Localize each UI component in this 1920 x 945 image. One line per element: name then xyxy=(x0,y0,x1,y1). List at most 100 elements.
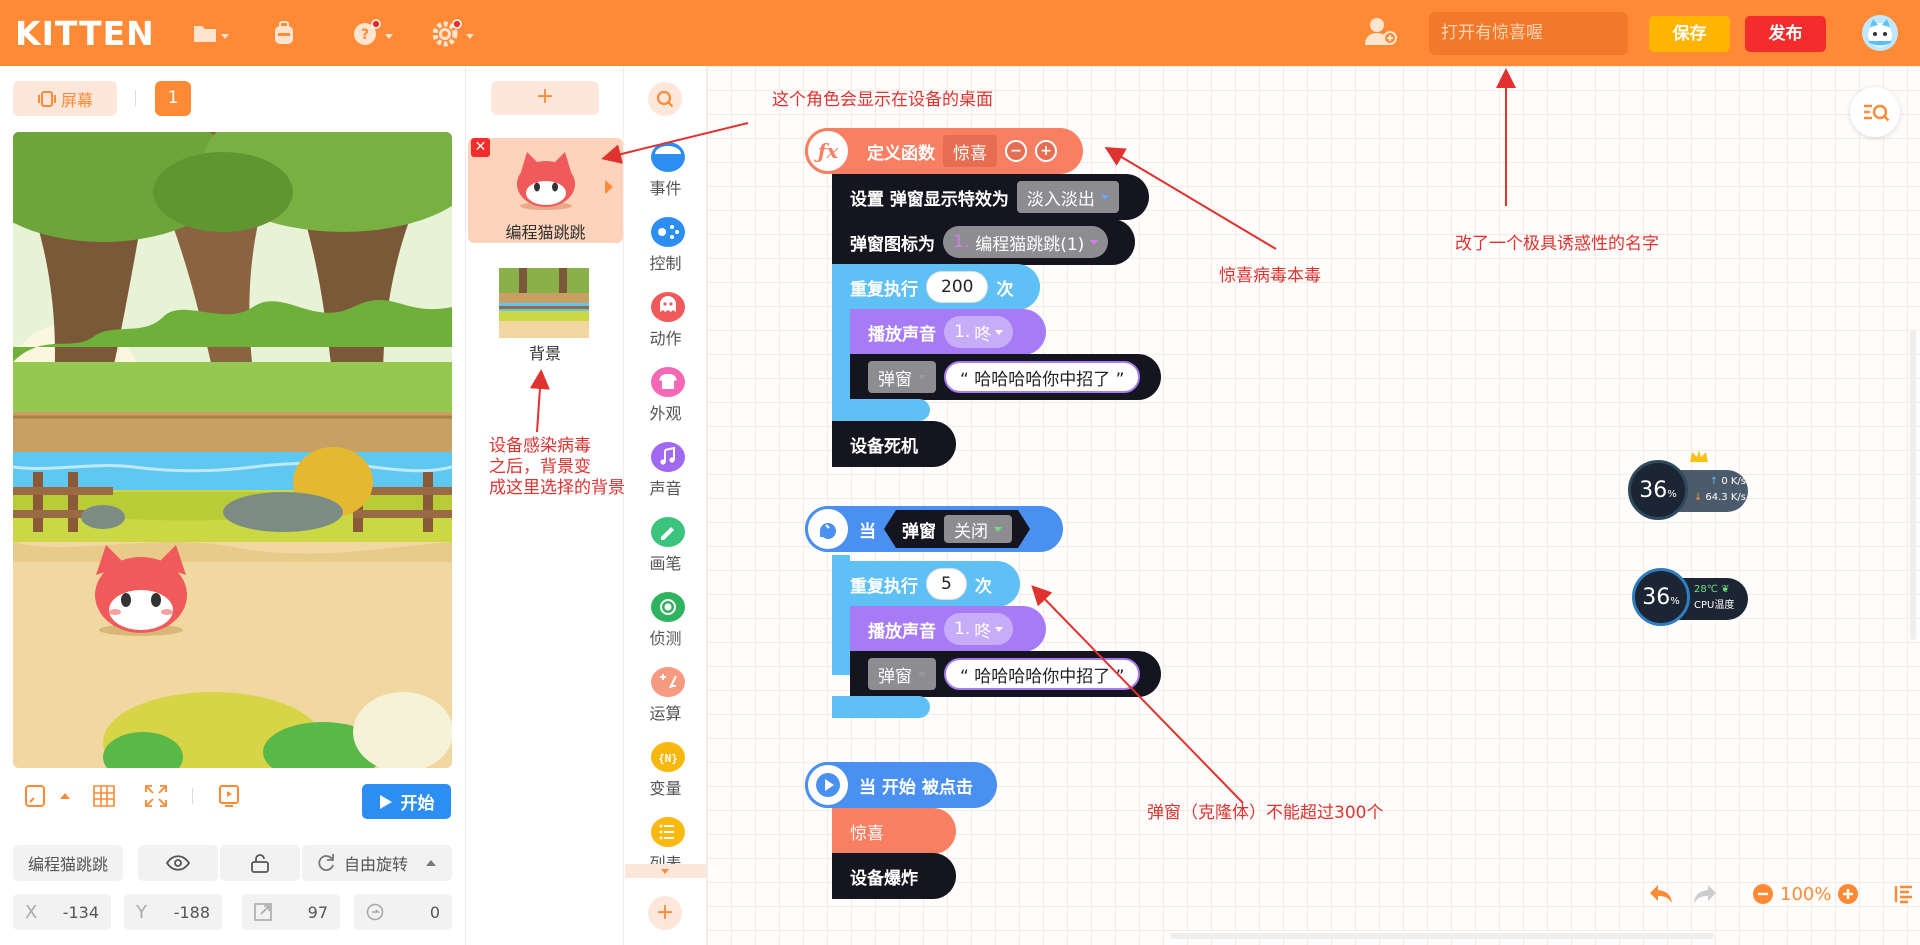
chevron-up-icon[interactable] xyxy=(60,793,70,799)
arrange-blocks-icon[interactable] xyxy=(1893,883,1917,905)
call-function-block[interactable]: 惊喜 xyxy=(832,808,956,854)
lock-toggle[interactable] xyxy=(220,845,300,881)
category-looks[interactable]: 外观 xyxy=(624,367,707,433)
save-button[interactable]: 保存 xyxy=(1649,16,1730,52)
workspace-search-button[interactable] xyxy=(1850,87,1900,137)
redo-icon[interactable] xyxy=(1692,883,1718,905)
network-monitor-widget[interactable]: 36% ↑ 0 K/s ↓ 64.3 K/s xyxy=(1628,450,1748,520)
background-card[interactable]: 背景 xyxy=(491,262,599,363)
scene-number-button[interactable]: 1 xyxy=(155,81,191,116)
visibility-toggle[interactable] xyxy=(138,845,218,881)
zoom-out-icon[interactable] xyxy=(1752,883,1774,905)
play-sound-block-1[interactable]: 播放声音 1. 咚 xyxy=(850,309,1046,355)
background-name: 背景 xyxy=(528,344,561,363)
delete-sprite-icon[interactable]: ✕ xyxy=(471,138,490,157)
define-function-label: 定义函数 xyxy=(867,143,935,164)
add-extension-button[interactable]: + xyxy=(648,896,682,930)
annotation-desktop: 这个角色会显示在设备的桌面 xyxy=(772,90,993,110)
help-menu[interactable]: ? xyxy=(352,18,393,48)
download-speed: 64.3 K/s xyxy=(1705,492,1746,503)
repeat-block-1[interactable]: 重复执行 200 次 xyxy=(832,264,1040,310)
sound-index: 1. xyxy=(954,619,971,639)
category-scroll-down[interactable] xyxy=(625,864,706,878)
angle-icon xyxy=(366,903,384,921)
repeat-count-input[interactable]: 5 xyxy=(926,568,967,600)
stage-canvas[interactable] xyxy=(13,132,452,768)
x-position-field[interactable]: X -134 xyxy=(13,894,111,930)
effect-dropdown[interactable]: 淡入淡出 xyxy=(1016,181,1119,213)
when-popup-closed-block[interactable]: 当 弹窗 关闭 xyxy=(805,506,1063,552)
size-field[interactable]: 97 xyxy=(242,894,340,930)
category-control[interactable]: 控制 xyxy=(624,217,707,283)
add-user-icon xyxy=(1365,18,1397,45)
start-button[interactable]: 开始 xyxy=(362,784,451,819)
rotation-mode-select[interactable]: 自由旋转 xyxy=(302,845,452,881)
popup-text-input[interactable]: “ 哈哈哈哈你中招了 ” xyxy=(944,658,1141,690)
device-explode-block[interactable]: 设备爆炸 xyxy=(832,853,956,899)
define-function-block[interactable]: ƒx 定义函数 惊喜 − + xyxy=(805,128,1083,174)
zoom-in-icon[interactable] xyxy=(1837,883,1859,905)
rotation-angle-field[interactable]: 0 xyxy=(354,894,452,930)
grid-icon[interactable] xyxy=(92,784,116,808)
block-search-button[interactable] xyxy=(648,82,682,116)
device-crash-block[interactable]: 设备死机 xyxy=(832,421,956,467)
category-operators[interactable]: 运算 xyxy=(624,667,707,733)
popup-state-dropdown[interactable]: 关闭 xyxy=(944,515,1012,543)
popup-dropdown[interactable]: 弹窗 xyxy=(868,658,936,690)
popup-block-1[interactable]: 弹窗 “ 哈哈哈哈你中招了 ” xyxy=(850,354,1161,400)
icon-dropdown[interactable]: 1. 编程猫跳跳(1) xyxy=(943,226,1109,258)
popup-closed-condition[interactable]: 弹窗 关闭 xyxy=(884,510,1030,548)
popup-icon-block[interactable]: 弹窗图标为 1. 编程猫跳跳(1) xyxy=(832,219,1135,265)
annotation-bg-line: 设备感染病毒 xyxy=(489,436,591,456)
category-events[interactable]: 事件 xyxy=(624,142,707,208)
resize-icon xyxy=(254,903,272,921)
popup-state: 关闭 xyxy=(954,521,988,542)
category-variables[interactable]: {N} 变量 xyxy=(624,742,707,808)
backpack-button[interactable] xyxy=(270,18,298,48)
when-start-clicked-block[interactable]: 当 开始 被点击 xyxy=(805,762,997,808)
cpu-monitor-widget[interactable]: 36% 28℃ ❦ CPU温度 xyxy=(1632,568,1748,628)
set-effect-label: 设置 弹窗显示特效为 xyxy=(850,189,1009,210)
function-name-field[interactable]: 惊喜 xyxy=(943,135,997,167)
undo-icon[interactable] xyxy=(1648,883,1674,905)
set-popup-effect-block[interactable]: 设置 弹窗显示特效为 淡入淡出 xyxy=(832,174,1149,220)
category-sensing[interactable]: 侦测 xyxy=(624,592,707,658)
when-label: 当 xyxy=(859,521,876,542)
repeat-block-2[interactable]: 重复执行 5 次 xyxy=(832,561,1020,607)
vertical-scrollbar[interactable] xyxy=(1910,330,1916,640)
category-pen[interactable]: 画笔 xyxy=(624,517,707,583)
y-position-field[interactable]: Y -188 xyxy=(124,894,222,930)
user-avatar[interactable] xyxy=(1862,15,1898,51)
popup-block-2[interactable]: 弹窗 “ 哈哈哈哈你中招了 ” xyxy=(850,651,1161,697)
preview-device-icon[interactable] xyxy=(217,784,241,808)
add-sprite-button[interactable]: + xyxy=(491,81,599,115)
category-sound[interactable]: 声音 xyxy=(624,442,707,508)
project-name-input[interactable]: 打开有惊喜喔 xyxy=(1429,12,1628,55)
horizontal-scrollbar[interactable] xyxy=(1170,933,1714,939)
popup-text-input[interactable]: “ 哈哈哈哈你中招了 ” xyxy=(944,361,1141,393)
category-label: 侦测 xyxy=(649,629,682,648)
sprite-name-field[interactable]: 编程猫跳跳 xyxy=(13,845,123,881)
annotation-name: 改了一个极具诱惑性的名字 xyxy=(1455,234,1659,254)
device-frame-icon[interactable] xyxy=(24,784,46,808)
sound-dropdown[interactable]: 1. 咚 xyxy=(944,613,1014,645)
effect-value: 淡入淡出 xyxy=(1026,189,1095,210)
remove-param-icon[interactable]: − xyxy=(1005,140,1027,162)
category-label: 画笔 xyxy=(649,554,682,573)
repeat-count-input[interactable]: 200 xyxy=(926,271,989,303)
list-icon xyxy=(651,817,685,847)
screen-toggle-button[interactable]: 屏幕 xyxy=(13,81,117,116)
fullscreen-icon[interactable] xyxy=(144,784,168,808)
file-menu[interactable] xyxy=(192,18,229,48)
sprite-card-selected[interactable]: ✕ 编程猫跳跳 xyxy=(468,138,623,243)
collaborate-button[interactable] xyxy=(1364,17,1398,47)
publish-button[interactable]: 发布 xyxy=(1745,16,1826,52)
popup-dropdown[interactable]: 弹窗 xyxy=(868,361,936,393)
cpu-label: CPU温度 xyxy=(1694,600,1735,611)
annotation-clone-limit: 弹窗（克隆体）不能超过300个 xyxy=(1147,803,1384,823)
settings-menu[interactable] xyxy=(431,18,474,48)
add-param-icon[interactable]: + xyxy=(1035,140,1057,162)
category-motion[interactable]: 动作 xyxy=(624,292,707,358)
play-sound-block-2[interactable]: 播放声音 1. 咚 xyxy=(850,606,1046,652)
sound-dropdown[interactable]: 1. 咚 xyxy=(944,316,1014,348)
